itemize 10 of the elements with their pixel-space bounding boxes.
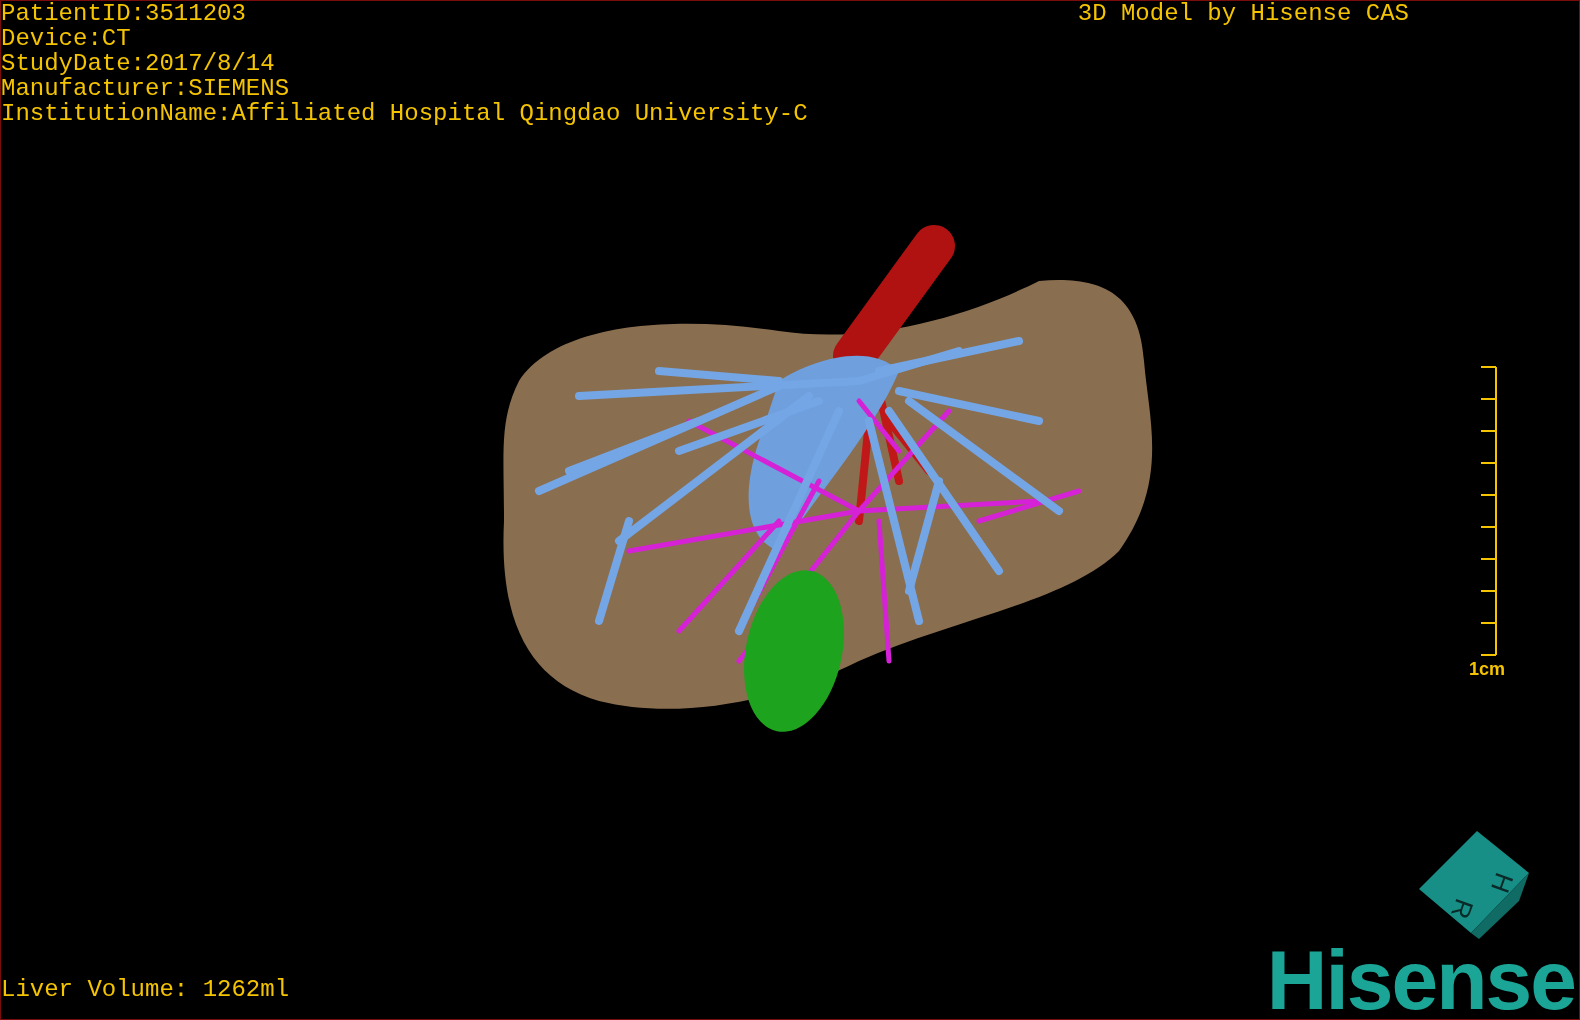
liver-volume: Liver Volume: 1262ml <box>1 975 290 1005</box>
study-info-line: InstitutionName:Affiliated Hospital Qingdao University-C <box>1 101 808 126</box>
study-info-line: StudyDate:2017/8/14 <box>1 51 276 76</box>
study-info-line: Manufacturer:SIEMENS <box>1 76 291 101</box>
study-info-line: Device:CT <box>1 26 132 51</box>
brand-logo: Hisense <box>1266 941 1575 1019</box>
study-info-line: PatientID:3511203 <box>1 1 247 26</box>
viewer-title: 3D Model by Hisense CAS <box>1077 1 1409 29</box>
scale-bar-label: 1cm <box>1468 658 1505 681</box>
scale-bar-icon <box>1479 366 1499 656</box>
